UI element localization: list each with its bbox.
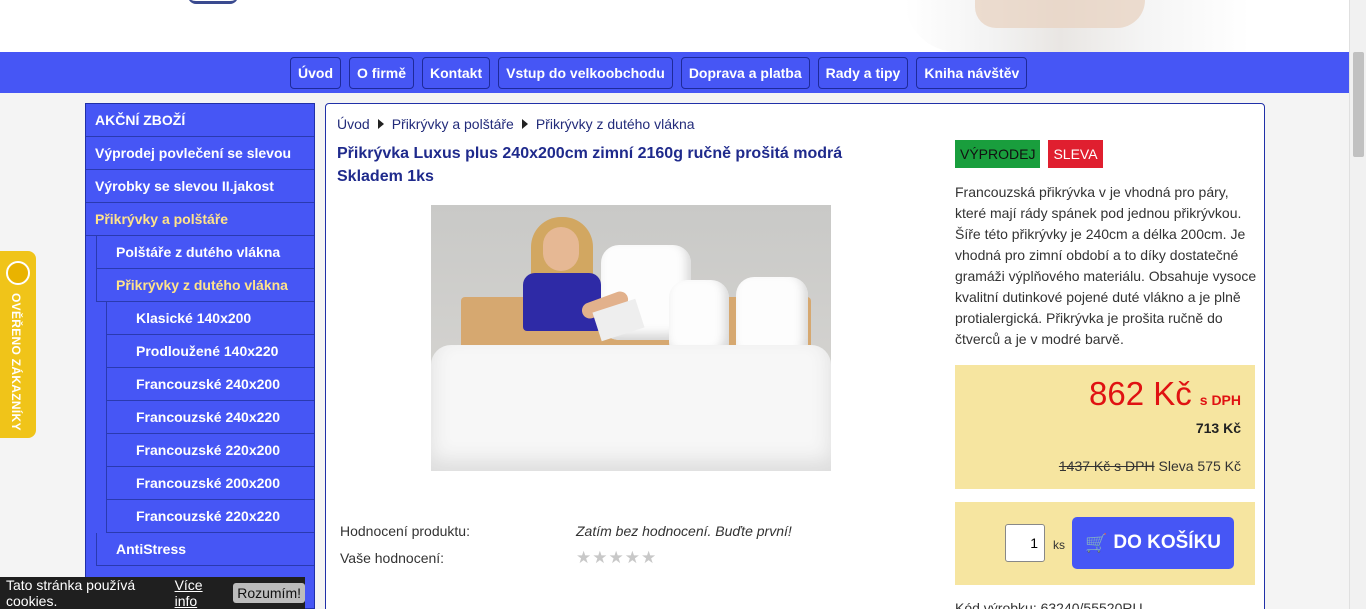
verified-badge-label: OVĚŘENO ZÁKAZNÍKY: [9, 293, 23, 431]
nav-button[interactable]: Rady a tipy: [817, 57, 909, 89]
price-without-vat: 713 Kč: [1195, 420, 1241, 436]
sidebar-item[interactable]: Výrobky se slevou II.jakost: [86, 170, 314, 203]
product-panel: Úvod Přikrývky a polštáře Přikrývky z du…: [325, 103, 1265, 609]
add-to-cart-label: DO KOŠÍKU: [1113, 532, 1222, 553]
sidebar-item[interactable]: Klasické 140x200: [106, 302, 314, 335]
sidebar-item[interactable]: Polštáře z dutého vlákna: [96, 236, 314, 269]
product-rating-value: Zatím bez hodnocení. Buďte první!: [576, 522, 792, 539]
main-navigation: Úvod O firmě Kontakt Vstup do velkoobchodu D…: [0, 52, 1349, 93]
sidebar-item[interactable]: Výprodej povlečení se slevou: [86, 137, 314, 170]
product-badges: VÝPRODEJ SLEVA: [955, 140, 1103, 168]
nav-button[interactable]: Kniha návštěv: [916, 57, 1028, 89]
star-icon[interactable]: ★: [576, 549, 591, 566]
cookie-text: Tato stránka používá cookies.: [6, 577, 136, 609]
cookie-more-info-link[interactable]: Více info: [175, 577, 224, 609]
product-photo[interactable]: [431, 205, 831, 471]
discount-badge: SLEVA: [1048, 140, 1103, 168]
star-icon[interactable]: ★: [592, 549, 607, 566]
price-vat-label: s DPH: [1199, 392, 1241, 408]
page-scrollbar[interactable]: [1349, 0, 1366, 609]
cookie-accept-button[interactable]: Rozumím!: [233, 583, 305, 603]
sidebar-item[interactable]: AKČNÍ ZBOŽÍ: [86, 104, 314, 137]
add-to-cart-button[interactable]: 🛒 DO KOŠÍKU: [1072, 517, 1234, 569]
star-icon[interactable]: ★: [609, 549, 624, 566]
star-rating-input[interactable]: ★ ★ ★ ★ ★: [576, 549, 656, 566]
old-price-line: 1437 Kč s DPH Sleva 575 Kč: [1059, 458, 1241, 474]
sidebar-item[interactable]: Francouzské 220x200: [106, 434, 314, 467]
breadcrumb-link-category[interactable]: Přikrývky a polštáře: [392, 116, 514, 132]
category-sidebar: AKČNÍ ZBOŽÍ Výprodej povlečení se slevou V…: [85, 103, 315, 609]
sidebar-item[interactable]: Francouzské 200x200: [106, 467, 314, 500]
breadcrumb-link-subcategory[interactable]: Přikrývky z dutého vlákna: [536, 116, 695, 132]
sidebar-item[interactable]: Francouzské 220x220: [106, 500, 314, 533]
stock-status: Skladem 1ks: [337, 168, 434, 185]
quantity-input[interactable]: [1005, 524, 1045, 562]
logo-fragment: [188, 0, 238, 4]
nav-button[interactable]: Doprava a platba: [680, 57, 810, 89]
product-code: Kód výrobku: 63240/55520RU: [955, 600, 1143, 609]
price-with-vat: 862 Kč s DPH: [1089, 375, 1241, 413]
nav-button[interactable]: Vstup do velkoobchodu: [498, 57, 673, 89]
rating-table: Hodnocení produktu: Zatím bez hodnocení.…: [340, 517, 792, 571]
nav-button[interactable]: Úvod: [290, 57, 341, 89]
sidebar-item[interactable]: Francouzské 240x200: [106, 368, 314, 401]
star-icon[interactable]: ★: [625, 549, 640, 566]
saving-amount: Sleva 575 Kč: [1158, 458, 1242, 474]
shopping-cart-icon: 🛒: [1084, 532, 1108, 553]
product-description: Francouzská přikrývka v je vhodná pro pá…: [955, 184, 1257, 347]
product-rating-row: Hodnocení produktu: Zatím bez hodnocení.…: [340, 517, 792, 544]
sidebar-item[interactable]: AntiStress: [96, 533, 314, 566]
product-rating-label: Hodnocení produktu:: [340, 522, 470, 539]
header-photo: [905, 0, 1250, 52]
seal-icon: [6, 261, 30, 285]
site-header: [0, 0, 1349, 52]
sidebar-item[interactable]: Přikrývky a polštáře: [86, 203, 314, 236]
your-rating-label: Vaše hodnocení:: [340, 549, 445, 566]
product-name: Přikrývka Luxus plus 240x200cm zimní 216…: [337, 145, 843, 162]
old-price: 1437 Kč s DPH: [1058, 458, 1155, 474]
quantity-unit: ks: [1053, 538, 1065, 552]
sale-badge: VÝPRODEJ: [955, 140, 1041, 168]
breadcrumb-separator-icon: [377, 119, 384, 129]
sidebar-item[interactable]: Francouzské 240x220: [106, 401, 314, 434]
star-icon[interactable]: ★: [641, 549, 656, 566]
sidebar-item[interactable]: Prodloužené 140x220: [106, 335, 314, 368]
breadcrumb: Úvod Přikrývky a polštáře Přikrývky z du…: [337, 116, 695, 132]
breadcrumb-separator-icon: [521, 119, 528, 129]
cookie-bar: Tato stránka používá cookies. Více info …: [0, 577, 305, 609]
add-to-cart-box: ks 🛒 DO KOŠÍKU: [955, 502, 1255, 585]
price-box: 862 Kč s DPH 713 Kč 1437 Kč s DPH Sleva …: [955, 365, 1255, 489]
product-title: Přikrývka Luxus plus 240x200cm zimní 216…: [337, 142, 897, 188]
verified-by-customers-badge[interactable]: OVĚŘENO ZÁKAZNÍKY: [0, 251, 36, 438]
nav-button[interactable]: Kontakt: [422, 57, 491, 89]
breadcrumb-link-home[interactable]: Úvod: [337, 116, 370, 132]
price-value: 862 Kč: [1089, 375, 1192, 412]
your-rating-row: Vaše hodnocení: ★ ★ ★ ★ ★: [340, 544, 792, 571]
scrollbar-thumb[interactable]: [1353, 52, 1364, 157]
nav-button[interactable]: O firmě: [349, 57, 415, 89]
sidebar-item[interactable]: Přikrývky z dutého vlákna: [96, 269, 314, 302]
